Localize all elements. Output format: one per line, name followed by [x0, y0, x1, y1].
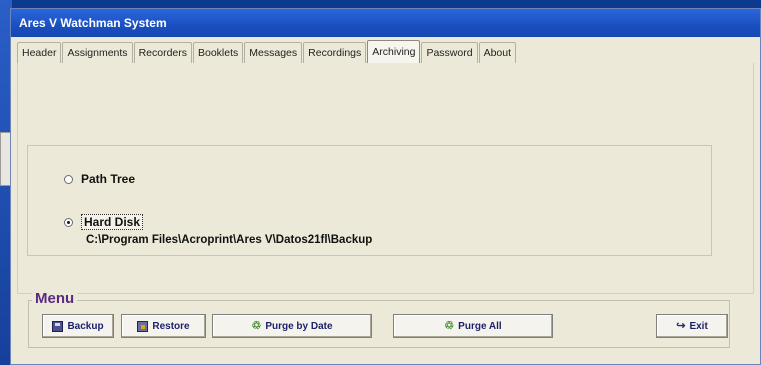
hard-disk-option[interactable]: Hard Disk [64, 214, 144, 230]
purge-all-label: Purge All [458, 320, 502, 332]
tab-messages[interactable]: Messages [244, 42, 303, 63]
tab-booklets[interactable]: Booklets [193, 42, 244, 63]
title-bar[interactable]: Ares V Watchman System [11, 9, 760, 37]
exit-label: Exit [689, 320, 708, 332]
hard-disk-label: Hard Disk [81, 214, 144, 230]
menu-legend: Menu [32, 290, 78, 308]
tab-bar: Header Assignments Recorders Booklets Me… [17, 40, 754, 64]
trash-icon: ♲ [444, 319, 455, 332]
restore-button[interactable]: Restore [121, 314, 206, 338]
tab-assignments[interactable]: Assignments [62, 42, 133, 63]
path-tree-radio[interactable] [64, 174, 73, 184]
backup-label: Backup [67, 320, 104, 332]
restore-label: Restore [152, 320, 190, 332]
tab-archiving[interactable]: Archiving [367, 40, 421, 64]
exit-icon: ↪ [676, 319, 686, 332]
tab-recordings[interactable]: Recordings [303, 42, 367, 63]
hard-disk-radio[interactable] [64, 217, 73, 227]
path-tree-label: Path Tree [81, 172, 136, 186]
purge-by-date-label: Purge by Date [265, 320, 333, 332]
disk-icon [52, 320, 64, 332]
tab-recorders[interactable]: Recorders [133, 42, 192, 63]
path-tree-option[interactable]: Path Tree [64, 172, 135, 186]
tab-password[interactable]: Password [421, 42, 478, 63]
backup-path: C:\Program Files\Acroprint\Ares V\Datos2… [86, 234, 373, 246]
tab-header[interactable]: Header [17, 42, 62, 63]
restore-icon [137, 320, 149, 332]
tab-about[interactable]: About [478, 42, 517, 63]
backup-button[interactable]: Backup [42, 314, 114, 338]
window-title: Ares V Watchman System [19, 16, 167, 30]
exit-button[interactable]: ↪ Exit [656, 314, 728, 338]
trash-icon: ♲ [251, 319, 262, 332]
purge-all-button[interactable]: ♲ Purge All [393, 314, 553, 338]
purge-by-date-button[interactable]: ♲ Purge by Date [212, 314, 372, 338]
